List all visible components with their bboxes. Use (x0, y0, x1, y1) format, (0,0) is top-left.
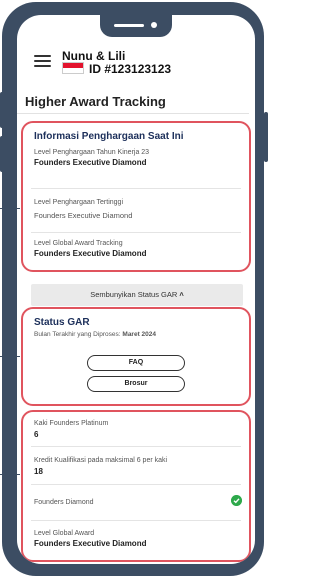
divider (31, 232, 241, 233)
award-label: Level Penghargaan Tertinggi (34, 199, 123, 206)
app-screen: Nunu & Lili ID #123123123 Higher Award T… (17, 15, 255, 564)
app-header: Nunu & Lili ID #123123123 (17, 15, 255, 76)
award-value: Founders Executive Diamond (34, 249, 147, 258)
divider (31, 188, 241, 189)
detail-label: Founders Diamond (34, 499, 94, 506)
check-icon (231, 495, 242, 506)
divider (31, 520, 241, 521)
detail-value: 18 (34, 467, 43, 476)
callout-line (0, 356, 20, 357)
award-value: Founders Executive Diamond (34, 211, 133, 220)
phone-side-button (264, 112, 268, 162)
faq-button[interactable]: FAQ (87, 355, 185, 371)
toggle-label: Sembunyikan Status GAR (90, 290, 178, 299)
award-value: Founders Executive Diamond (34, 158, 147, 167)
card-title: Status GAR (34, 317, 90, 328)
award-label: Level Global Award Tracking (34, 240, 123, 247)
divider (31, 484, 241, 485)
user-id: ID #123123123 (89, 62, 172, 76)
indonesia-flag-icon (62, 62, 84, 74)
chevron-up-icon: ˄ (179, 290, 184, 299)
phone-side-button (0, 136, 4, 172)
hamburger-menu-icon[interactable] (34, 55, 51, 67)
detail-value: Founders Executive Diamond (34, 539, 147, 548)
gar-detail-card: Kaki Founders Platinum 6 Kredit Kualifik… (21, 410, 251, 562)
processed-value: Maret 2024 (122, 331, 157, 338)
gar-status-card: Status GAR Bulan Terakhir yang Diproses:… (21, 307, 251, 406)
phone-side-button (0, 92, 4, 128)
detail-value: 6 (34, 430, 39, 439)
callout-line (0, 474, 20, 475)
user-name: Nunu & Lili (62, 49, 126, 63)
detail-label: Kredit Kualifikasi pada maksimal 6 per k… (34, 457, 168, 464)
divider (31, 446, 241, 447)
processed-label: Bulan Terakhir yang Diproses: (34, 331, 121, 338)
brochure-button[interactable]: Brosur (87, 376, 185, 392)
processed-month: Bulan Terakhir yang Diproses: Maret 2024 (34, 331, 156, 338)
callout-line (0, 208, 20, 209)
detail-label: Kaki Founders Platinum (34, 420, 109, 427)
current-award-card: Informasi Penghargaan Saat Ini Level Pen… (21, 121, 251, 272)
detail-label: Level Global Award (34, 530, 95, 537)
toggle-gar-status-button[interactable]: Sembunyikan Status GAR ˄ (31, 284, 243, 306)
card-title: Informasi Penghargaan Saat Ini (34, 131, 184, 142)
page-title: Higher Award Tracking (25, 94, 166, 109)
divider (17, 113, 249, 114)
award-label: Level Penghargaan Tahun Kinerja 23 (34, 149, 150, 156)
